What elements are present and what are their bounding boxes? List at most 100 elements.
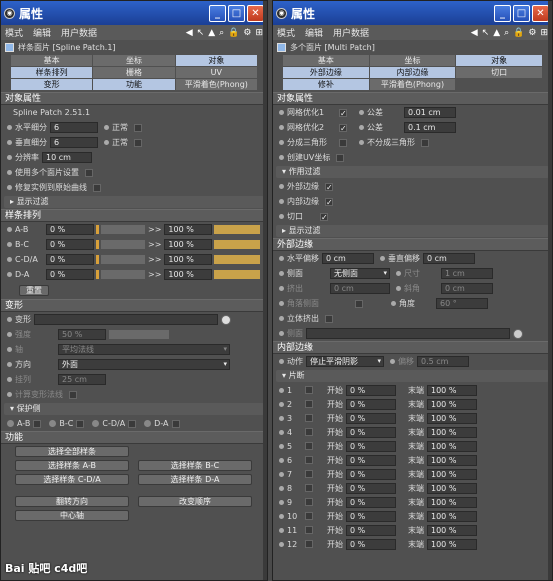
show-filter-toggle[interactable]: ▸ 显示过滤 [276,225,549,237]
solid-extrude-checkbox[interactable] [325,314,333,323]
segment-checkbox[interactable] [305,484,313,492]
minimize-button[interactable]: _ [494,4,511,22]
menu-mode[interactable]: 模式 [277,26,295,39]
strength-field[interactable]: 50 % [58,329,106,340]
offset-field[interactable]: 25 cm [58,374,106,385]
h-offset-field[interactable]: 0 cm [322,253,374,264]
tab-basic[interactable]: 基本 [11,55,93,66]
segment-end-field[interactable]: 100 % [427,454,477,466]
tab-basic[interactable]: 基本 [283,55,369,66]
fix-instance-checkbox[interactable] [93,183,101,192]
target-icon[interactable] [513,328,523,339]
extrude-field[interactable]: 0 cm [330,283,390,294]
menu-mode[interactable]: 模式 [5,26,23,39]
segment-start-field[interactable]: 0 % [346,496,396,508]
target-icon[interactable] [221,314,231,325]
segment-start-field[interactable]: 0 % [346,440,396,452]
inner-offset-field[interactable]: 0.5 cm [417,356,469,367]
range-start-field[interactable]: 0 % [46,224,94,235]
range-start-marker[interactable] [96,225,99,234]
segment-checkbox[interactable] [305,386,313,394]
segment-checkbox[interactable] [305,442,313,450]
select-spline-cda-button[interactable]: 选择样条 C-D/A [15,474,129,485]
effect-filter-toggle[interactable]: ▾ 作用过滤 [276,166,549,178]
cut-filter-checkbox[interactable]: ✓ [320,212,328,221]
range-start-slider[interactable] [101,225,145,234]
range-start-marker[interactable] [96,255,99,264]
v-offset-field[interactable]: 0 cm [423,253,475,264]
deform-link-field[interactable] [34,314,218,325]
segment-end-field[interactable]: 100 % [427,482,477,494]
segment-start-field[interactable]: 0 % [346,510,396,522]
action-dropdown[interactable]: 停止平滑阴影 ▾ [306,356,384,367]
select-spline-bc-button[interactable]: 选择样条 B-C [138,460,252,471]
axis-dropdown[interactable]: 平均法线 ▾ [58,344,230,355]
range-start-marker[interactable] [96,270,99,279]
range-start-slider[interactable] [101,255,145,264]
menu-edit[interactable]: 编辑 [33,26,51,39]
create-uv-checkbox[interactable] [336,153,345,162]
pointer-icon[interactable]: ↖ [197,28,205,38]
new-panel-icon[interactable]: ⊞ [255,28,263,38]
range-start-slider[interactable] [101,240,145,249]
segments-toggle[interactable]: ▾ 片断 [276,370,549,382]
menu-userdata[interactable]: 用户数据 [61,26,97,39]
segment-start-field[interactable]: 0 % [346,538,396,550]
segment-end-field[interactable]: 100 % [427,398,477,410]
up-arrow-icon[interactable]: ▲ [493,28,500,38]
segment-checkbox[interactable] [305,428,313,436]
segment-end-field[interactable]: 100 % [427,426,477,438]
select-spline-ab-button[interactable]: 选择样条 A-B [15,460,129,471]
segment-end-field[interactable]: 100 % [427,384,477,396]
new-panel-icon[interactable]: ⊞ [540,28,548,38]
lock-icon[interactable]: 🔒 [513,28,524,38]
up-arrow-icon[interactable]: ▲ [208,28,215,38]
center-axis-button[interactable]: 中心轴 [15,510,129,521]
menu-edit[interactable]: 编辑 [305,26,323,39]
segment-end-field[interactable]: 100 % [427,440,477,452]
range-end-field[interactable]: 100 % [164,254,213,265]
gear-icon[interactable]: ⚙ [243,28,251,38]
show-filter-toggle[interactable]: ▸ 显示过滤 [4,196,264,208]
range-start-field[interactable]: 0 % [46,239,94,250]
segment-checkbox[interactable] [305,400,313,408]
tab-object[interactable]: 对象 [456,55,542,66]
maximize-button[interactable]: □ [228,4,245,22]
segment-end-field[interactable]: 100 % [427,510,477,522]
inner-filter-checkbox[interactable]: ✓ [325,197,333,206]
tab-patch[interactable]: 修补 [283,79,369,90]
tab-outer-edge[interactable]: 外部边缘 [283,67,369,78]
segment-checkbox[interactable] [305,498,313,506]
menu-userdata[interactable]: 用户数据 [333,26,369,39]
segment-end-field[interactable]: 100 % [427,412,477,424]
tab-object[interactable]: 对象 [175,55,257,66]
direction-dropdown[interactable]: 外面 ▾ [58,359,230,370]
mesh-opt1-checkbox[interactable]: ✓ [339,108,347,117]
maximize-button[interactable]: □ [513,4,530,22]
segment-start-field[interactable]: 0 % [346,468,396,480]
segment-start-field[interactable]: 0 % [346,412,396,424]
h-normal-checkbox[interactable] [134,123,142,132]
segment-checkbox[interactable] [305,456,313,464]
side-dropdown[interactable]: 无侧面 ▾ [330,268,390,279]
size-field[interactable]: 1 cm [441,268,493,279]
tab-grid-cells[interactable]: 栅格 [93,67,175,78]
corner-checkbox[interactable] [355,299,363,308]
segment-checkbox[interactable] [305,414,313,422]
tab-coord[interactable]: 坐标 [369,55,456,66]
split-tri-checkbox[interactable] [339,138,347,147]
range-start-marker[interactable] [96,240,99,249]
tab-function[interactable]: 功能 [93,79,175,90]
tolerance1-field[interactable]: 0.01 cm [404,107,456,118]
segment-start-field[interactable]: 0 % [346,384,396,396]
range-end-slider[interactable] [214,240,261,249]
back-arrow-icon[interactable]: ◀ [471,28,478,38]
range-start-field[interactable]: 0 % [46,269,94,280]
mesh-opt2-checkbox[interactable]: ✓ [339,123,347,132]
outer-filter-checkbox[interactable]: ✓ [325,182,333,191]
close-button[interactable]: ✕ [532,4,549,22]
tolerance2-field[interactable]: 0.1 cm [404,122,456,133]
segment-end-field[interactable]: 100 % [427,468,477,480]
segment-end-field[interactable]: 100 % [427,524,477,536]
select-spline-da-button[interactable]: 选择样条 D-A [138,474,252,485]
